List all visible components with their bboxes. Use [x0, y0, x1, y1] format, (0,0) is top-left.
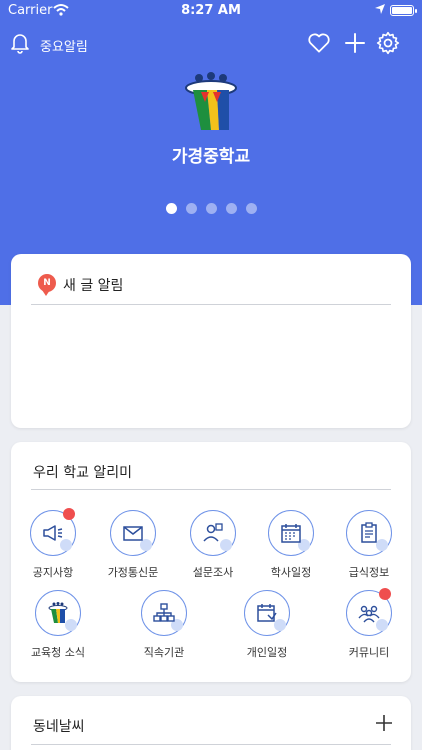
academic-calendar-button[interactable]: 학사일정 — [251, 510, 331, 580]
icon-label: 가정통신문 — [107, 566, 159, 579]
carousel-dot[interactable] — [245, 203, 257, 214]
icon-label: 설문조사 — [192, 566, 234, 579]
important-alert-label[interactable]: 중요알림 — [40, 36, 88, 55]
icon-label: 학사일정 — [270, 566, 312, 579]
divider — [31, 304, 391, 305]
clipboard-icon — [346, 510, 392, 556]
bell-icon[interactable] — [8, 30, 32, 54]
personal-schedule-button[interactable]: 개인일정 — [227, 590, 307, 660]
weather-title: 동네날씨 — [33, 719, 85, 735]
notice-button[interactable]: 공지사항 — [13, 508, 93, 580]
clock: 8:27 AM — [181, 3, 241, 18]
new-badge-icon: N — [38, 274, 56, 296]
new-posts-card: N 새 글 알림 — [11, 254, 411, 428]
education-office-logo-icon — [35, 590, 81, 636]
icon-label: 공지사항 — [32, 566, 74, 579]
icon-label: 커뮤니티 — [348, 646, 390, 659]
mail-icon — [110, 510, 156, 556]
carousel-dot[interactable] — [185, 203, 197, 214]
heart-icon[interactable] — [306, 30, 332, 56]
carousel-dots[interactable] — [0, 203, 422, 214]
gear-icon[interactable] — [375, 30, 401, 56]
status-bar: Carrier 8:27 AM — [0, 0, 422, 22]
carousel-dot[interactable] — [225, 203, 237, 214]
weather-card: 동네날씨 — [11, 696, 411, 750]
school-name: 가경중학교 — [171, 147, 251, 167]
community-button[interactable]: 커뮤니티 — [329, 588, 409, 660]
divider — [31, 489, 391, 490]
personal-schedule-icon — [244, 590, 290, 636]
new-posts-title: 새 글 알림 — [63, 278, 124, 294]
meal-info-button[interactable]: 급식정보 — [329, 510, 409, 580]
affiliated-institutions-button[interactable]: 직속기관 — [124, 590, 204, 660]
calendar-icon — [268, 510, 314, 556]
carousel-dot[interactable] — [205, 203, 217, 214]
school-notifier-title: 우리 학교 알리미 — [33, 465, 133, 481]
plus-icon[interactable] — [342, 30, 368, 56]
survey-button[interactable]: 설문조사 — [173, 510, 253, 580]
survey-icon — [190, 510, 236, 556]
school-notifier-card: 우리 학교 알리미 공지사항 가정통신문 설문조사 학사일정 급식정보 교육청 … — [11, 442, 411, 682]
alert-dot — [63, 508, 75, 520]
education-office-news-button[interactable]: 교육청 소식 — [18, 590, 98, 660]
add-weather-plus-icon[interactable] — [375, 714, 393, 732]
icon-label: 개인일정 — [246, 646, 288, 659]
top-bar: 중요알림 — [0, 28, 422, 60]
org-chart-icon — [141, 590, 187, 636]
location-arrow-icon — [375, 4, 385, 14]
icon-label: 급식정보 — [348, 566, 390, 579]
divider — [31, 744, 391, 745]
school-logo-icon — [185, 72, 237, 130]
icon-label: 교육청 소식 — [30, 646, 86, 659]
battery-icon — [390, 5, 417, 16]
newsletter-button[interactable]: 가정통신문 — [93, 510, 173, 580]
icon-label: 직속기관 — [143, 646, 185, 659]
alert-dot — [379, 588, 391, 600]
carousel-dot[interactable] — [165, 203, 177, 214]
